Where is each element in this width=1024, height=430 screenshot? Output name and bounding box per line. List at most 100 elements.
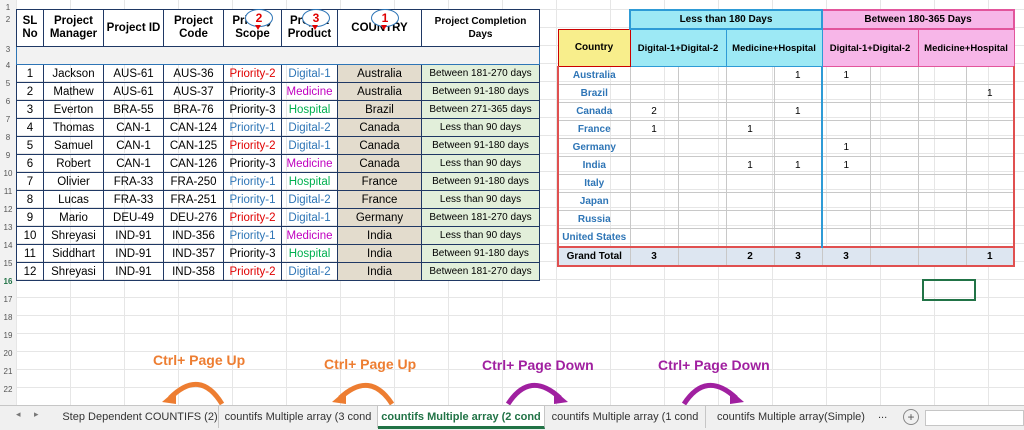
cell-manager[interactable]: Mario <box>43 208 104 227</box>
row-number[interactable]: 7 <box>0 115 16 124</box>
cell-code[interactable]: AUS-37 <box>163 82 224 101</box>
pivot-value[interactable] <box>725 174 775 193</box>
pivot-value[interactable] <box>869 192 919 211</box>
pivot-value[interactable] <box>821 84 871 103</box>
cell-country[interactable]: India <box>337 262 422 281</box>
row-number[interactable]: 3 <box>0 45 16 54</box>
horizontal-scrollbar[interactable] <box>925 410 1024 426</box>
cell-product[interactable]: Digital-2 <box>281 262 338 281</box>
pivot-value[interactable] <box>629 138 679 157</box>
row-number[interactable]: 16 <box>0 277 16 286</box>
cell-pid[interactable]: IND-91 <box>103 262 164 281</box>
cell-product[interactable]: Hospital <box>281 100 338 119</box>
cell-pid[interactable]: IND-91 <box>103 226 164 245</box>
pivot-value[interactable]: 1 <box>821 156 871 175</box>
cell-code[interactable]: CAN-124 <box>163 118 224 137</box>
cell-priority[interactable]: Priority-1 <box>223 190 282 209</box>
cell-product[interactable]: Digital-1 <box>281 208 338 227</box>
pivot-value[interactable] <box>917 102 967 121</box>
cell-manager[interactable]: Jackson <box>43 64 104 83</box>
pivot-value[interactable] <box>725 138 775 157</box>
pivot-value[interactable] <box>773 192 823 211</box>
cell-sl[interactable]: 3 <box>16 100 44 119</box>
cell-product[interactable]: Digital-1 <box>281 136 338 155</box>
cell-sl[interactable]: 4 <box>16 118 44 137</box>
add-sheet-icon[interactable]: + <box>903 409 919 425</box>
cell-country[interactable]: France <box>337 190 422 209</box>
cell-days[interactable]: Less than 90 days <box>421 154 540 173</box>
pivot-value[interactable] <box>821 192 871 211</box>
cell-priority[interactable]: Priority-2 <box>223 64 282 83</box>
pivot-value[interactable] <box>677 138 727 157</box>
pivot-value[interactable] <box>629 210 679 229</box>
cell-country[interactable]: Canada <box>337 154 422 173</box>
pivot-value[interactable] <box>677 174 727 193</box>
cell-sl[interactable]: 8 <box>16 190 44 209</box>
cell-manager[interactable]: Lucas <box>43 190 104 209</box>
cell-manager[interactable]: Everton <box>43 100 104 119</box>
cell-sl[interactable]: 9 <box>16 208 44 227</box>
cell-days[interactable]: Between 91-180 days <box>421 172 540 191</box>
cell-country[interactable]: Germany <box>337 208 422 227</box>
tab-countifs-multiple-array-3[interactable]: countifs Multiple array (3 cond <box>219 406 378 428</box>
cell-pid[interactable]: CAN-1 <box>103 118 164 137</box>
cell-code[interactable]: IND-357 <box>163 244 224 263</box>
cell-days[interactable]: Between 91-180 days <box>421 244 540 263</box>
cell-country[interactable]: India <box>337 226 422 245</box>
pivot-value[interactable] <box>965 102 1015 121</box>
cell-code[interactable]: BRA-76 <box>163 100 224 119</box>
cell-sl[interactable]: 12 <box>16 262 44 281</box>
pivot-value[interactable] <box>869 210 919 229</box>
pivot-value[interactable] <box>869 156 919 175</box>
pivot-value[interactable] <box>677 192 727 211</box>
cell-country[interactable]: Australia <box>337 64 422 83</box>
pivot-value[interactable] <box>725 192 775 211</box>
pivot-value[interactable] <box>677 102 727 121</box>
cell-pid[interactable]: BRA-55 <box>103 100 164 119</box>
cell-sl[interactable]: 7 <box>16 172 44 191</box>
pivot-value[interactable] <box>965 228 1015 248</box>
pivot-value[interactable] <box>677 156 727 175</box>
cell-priority[interactable]: Priority-1 <box>223 226 282 245</box>
pivot-value[interactable] <box>965 210 1015 229</box>
cell-pid[interactable]: CAN-1 <box>103 154 164 173</box>
pivot-value[interactable]: 2 <box>629 102 679 121</box>
row-number[interactable]: 9 <box>0 151 16 160</box>
cell-days[interactable]: Less than 90 days <box>421 226 540 245</box>
pivot-value[interactable] <box>917 66 967 85</box>
pivot-value[interactable] <box>821 228 871 248</box>
pivot-value[interactable]: 1 <box>725 120 775 139</box>
cell-days[interactable]: Less than 90 days <box>421 190 540 209</box>
row-number[interactable]: 4 <box>0 61 16 70</box>
cell-code[interactable]: FRA-251 <box>163 190 224 209</box>
row-number[interactable]: 12 <box>0 205 16 214</box>
cell-days[interactable]: Less than 90 days <box>421 118 540 137</box>
cell-code[interactable]: AUS-36 <box>163 64 224 83</box>
cell-priority[interactable]: Priority-3 <box>223 244 282 263</box>
pivot-value[interactable] <box>965 192 1015 211</box>
cell-code[interactable]: IND-356 <box>163 226 224 245</box>
cell-days[interactable]: Between 181-270 days <box>421 262 540 281</box>
tab-countifs-multiple-array-2[interactable]: countifs Multiple array (2 cond <box>378 406 545 429</box>
cell-days[interactable]: Between 181-270 days <box>421 208 540 227</box>
cell-code[interactable]: CAN-126 <box>163 154 224 173</box>
cell-manager[interactable]: Siddhart <box>43 244 104 263</box>
cell-product[interactable]: Medicine <box>281 154 338 173</box>
row-number[interactable]: 13 <box>0 223 16 232</box>
tab-scroll-next-icon[interactable]: ▸ <box>34 409 39 420</box>
pivot-value[interactable] <box>677 84 727 103</box>
tab-scroll-prev-icon[interactable]: ◂ <box>16 409 21 420</box>
pivot-value[interactable] <box>773 228 823 248</box>
cell-country[interactable]: India <box>337 244 422 263</box>
cell-sl[interactable]: 6 <box>16 154 44 173</box>
pivot-value[interactable] <box>917 174 967 193</box>
cell-code[interactable]: CAN-125 <box>163 136 224 155</box>
row-number[interactable]: 22 <box>0 385 16 394</box>
tab-step-dependent-countifs-2[interactable]: Step Dependent COUNTIFS (2) <box>62 406 219 428</box>
pivot-value[interactable]: 1 <box>773 66 823 85</box>
cell-country[interactable]: Brazil <box>337 100 422 119</box>
cell-manager[interactable]: Thomas <box>43 118 104 137</box>
pivot-value[interactable]: 1 <box>821 66 871 85</box>
pivot-value[interactable] <box>965 120 1015 139</box>
pivot-value[interactable] <box>677 66 727 85</box>
